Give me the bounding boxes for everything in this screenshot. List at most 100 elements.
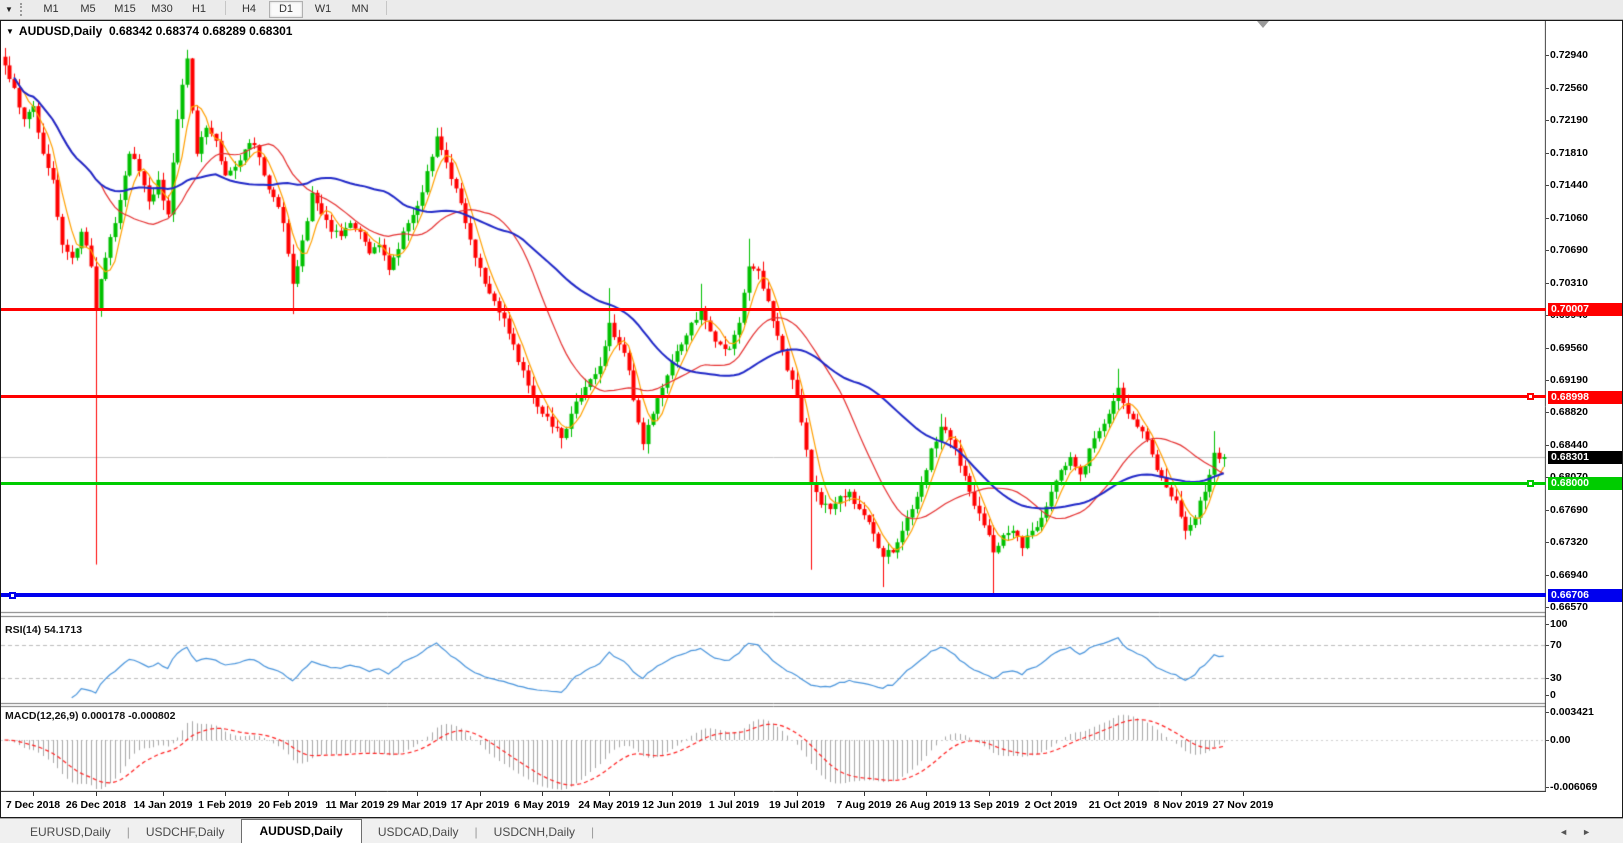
date-tick <box>480 792 481 796</box>
rsi-axis-label: 30 <box>1550 672 1622 685</box>
rsi-indicator-label: RSI(14) 54.1713 <box>5 624 82 636</box>
date-tick <box>355 792 356 796</box>
date-tick <box>542 792 543 796</box>
caret-down-icon[interactable]: ▼ <box>6 27 14 36</box>
date-label: 26 Aug 2019 <box>896 799 957 811</box>
tab-audusd[interactable]: AUDUSD,Daily <box>241 819 362 843</box>
price-axis-label: 0.71440 <box>1550 179 1622 192</box>
timeframe-buttons: M1M5M15M30H1 H4D1W1MN <box>34 1 393 18</box>
price-axis-label: 0.70310 <box>1550 277 1622 290</box>
date-tick <box>225 792 226 796</box>
tab-usdchf[interactable]: USDCHF,Daily <box>130 821 241 843</box>
timeframe-button-h4[interactable]: H4 <box>232 1 266 18</box>
price-axis-label: 0.72940 <box>1550 49 1622 62</box>
timeframe-button-m5[interactable]: M5 <box>71 1 105 18</box>
date-label: 11 Mar 2019 <box>326 799 385 811</box>
date-tick <box>797 792 798 796</box>
date-label: 8 Nov 2019 <box>1154 799 1209 811</box>
date-label: 13 Sep 2019 <box>959 799 1019 811</box>
date-label: 26 Dec 2018 <box>66 799 126 811</box>
date-tick <box>417 792 418 796</box>
date-label: 12 Jun 2019 <box>642 799 702 811</box>
caret-down-icon[interactable]: ▼ <box>0 5 18 14</box>
price-axis-label: 0.72560 <box>1550 82 1622 95</box>
timeframe-button-w1[interactable]: W1 <box>306 1 340 18</box>
level-line[interactable] <box>1 308 1546 311</box>
level-price-badge: 0.66706 <box>1548 589 1622 602</box>
level-line[interactable] <box>1 482 1546 485</box>
rsi-axis-label: 100 <box>1550 618 1622 631</box>
date-label: 7 Aug 2019 <box>836 799 891 811</box>
date-label: 17 Apr 2019 <box>451 799 510 811</box>
price-axis-label: 0.67320 <box>1550 536 1622 549</box>
date-tick <box>926 792 927 796</box>
date-label: 27 Nov 2019 <box>1213 799 1274 811</box>
price-axis-label: 0.67690 <box>1550 504 1622 517</box>
rsi-axis-label: 70 <box>1550 639 1622 652</box>
level-line[interactable] <box>1 395 1546 398</box>
price-axis-label: 0.68820 <box>1550 406 1622 419</box>
level-price-badge: 0.68998 <box>1548 391 1622 404</box>
macd-axis-label: 0.00 <box>1550 734 1622 747</box>
tab-usdcad[interactable]: USDCAD,Daily <box>362 821 475 843</box>
level-line[interactable] <box>1 593 1546 597</box>
macd-indicator-label: MACD(12,26,9) 0.000178 -0.000802 <box>5 710 175 722</box>
macd-axis-label: 0.003421 <box>1550 706 1622 719</box>
price-axis-label: 0.69190 <box>1550 374 1622 387</box>
date-tick <box>864 792 865 796</box>
price-axis-label: 0.71060 <box>1550 212 1622 225</box>
date-label: 21 Oct 2019 <box>1089 799 1147 811</box>
timeframe-button-mn[interactable]: MN <box>343 1 377 18</box>
price-chart-canvas[interactable] <box>1 21 1546 792</box>
date-tick <box>33 792 34 796</box>
tab-eurusd[interactable]: EURUSD,Daily <box>14 821 127 843</box>
date-label: 1 Feb 2019 <box>198 799 252 811</box>
chart-ohlc-values: 0.68342 0.68374 0.68289 0.68301 <box>109 24 293 38</box>
tab-usdcnh[interactable]: USDCNH,Daily <box>478 821 591 843</box>
price-axis-label: 0.71810 <box>1550 147 1622 160</box>
toolbar-grip-handle[interactable] <box>20 3 26 16</box>
date-label: 24 May 2019 <box>578 799 639 811</box>
date-label: 6 May 2019 <box>514 799 569 811</box>
date-tick <box>163 792 164 796</box>
tab-separator: | <box>591 825 594 843</box>
chart-title: ▼ AUDUSD,Daily 0.68342 0.68374 0.68289 0.… <box>6 24 292 38</box>
price-axis-label: 0.72190 <box>1550 114 1622 127</box>
symbol-tab-bar: EURUSD,Daily|USDCHF,DailyAUDUSD,DailyUSD… <box>0 818 1623 843</box>
symbol-tabs: EURUSD,Daily|USDCHF,DailyAUDUSD,DailyUSD… <box>14 819 594 843</box>
timeframe-button-m1[interactable]: M1 <box>34 1 68 18</box>
arrow-left-icon[interactable]: ◄ <box>1559 827 1582 837</box>
level-drag-marker[interactable] <box>9 592 16 599</box>
chart-shift-marker-icon[interactable] <box>1257 21 1269 28</box>
date-label: 29 Mar 2019 <box>387 799 447 811</box>
current-price-badge: 0.68301 <box>1548 451 1622 464</box>
date-label: 19 Jul 2019 <box>769 799 825 811</box>
price-axis-label: 0.68440 <box>1550 439 1622 452</box>
timeframe-button-m30[interactable]: M30 <box>145 1 179 18</box>
date-label: 1 Jul 2019 <box>709 799 759 811</box>
date-label: 14 Jan 2019 <box>134 799 193 811</box>
timeframe-button-d1[interactable]: D1 <box>269 1 303 18</box>
date-label: 7 Dec 2018 <box>6 799 60 811</box>
timeframe-toolbar: ▼ M1M5M15M30H1 H4D1W1MN <box>0 0 1623 20</box>
date-label: 20 Feb 2019 <box>258 799 318 811</box>
timeframe-button-m15[interactable]: M15 <box>108 1 142 18</box>
level-drag-marker[interactable] <box>1527 480 1534 487</box>
date-tick <box>1181 792 1182 796</box>
level-drag-marker[interactable] <box>1527 393 1534 400</box>
date-tick <box>1118 792 1119 796</box>
price-axis-label: 0.69560 <box>1550 342 1622 355</box>
date-tick <box>1243 792 1244 796</box>
level-price-badge: 0.70007 <box>1548 303 1622 316</box>
arrow-right-icon[interactable]: ► <box>1582 827 1605 837</box>
toolbar-separator <box>225 1 226 15</box>
toolbar-separator <box>386 1 387 15</box>
tab-scroll-arrows: ◄► <box>1559 827 1605 843</box>
rsi-axis-label: 0 <box>1550 689 1622 702</box>
chart-symbol-label: AUDUSD,Daily <box>19 24 102 38</box>
level-price-badge: 0.68000 <box>1548 477 1622 490</box>
timeframe-button-h1[interactable]: H1 <box>182 1 216 18</box>
trading-app-window: ▼ M1M5M15M30H1 H4D1W1MN ▼ AUDUSD,Daily 0.6… <box>0 0 1623 843</box>
date-tick <box>1051 792 1052 796</box>
date-tick <box>672 792 673 796</box>
